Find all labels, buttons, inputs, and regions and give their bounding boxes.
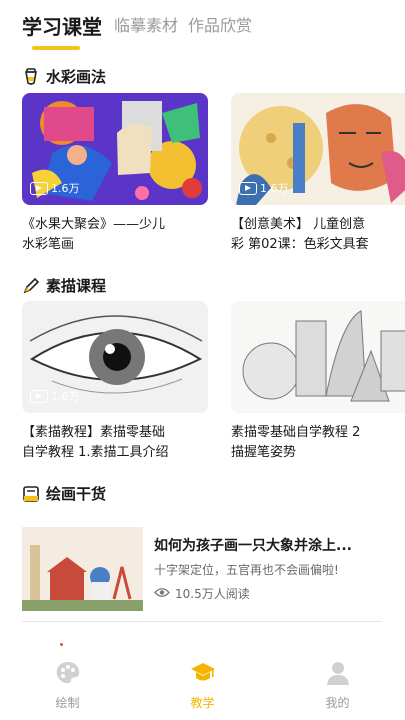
play-icon	[30, 389, 48, 403]
palette-icon	[55, 660, 81, 686]
sketch-card-row[interactable]: 1.6万 【素描教程】素描零基础 自学教程 1.素描工具介绍 素描零基础自学教程…	[22, 301, 405, 471]
nav-label: 我的	[325, 696, 350, 710]
tab-copy-materials[interactable]: 临摹素材	[114, 12, 178, 50]
section-header-tips: 绘画干货	[22, 483, 106, 504]
user-icon	[325, 660, 351, 686]
nav-draw[interactable]: 绘制	[0, 656, 135, 720]
article-read-count: 10.5万人阅读	[154, 585, 250, 602]
course-title: 《水果大聚会》——少儿 水彩笔画	[22, 217, 166, 252]
top-tabs: 学习课堂 临摹素材 作品欣赏	[22, 10, 262, 50]
course-thumbnail: 1.6万	[231, 93, 405, 205]
nav-mine[interactable]: 我的	[270, 656, 405, 720]
watercolor-card-row[interactable]: 1.6万 《水果大聚会》——少儿 水彩笔画 1.6万 【创意美术】 儿童创意 彩…	[22, 93, 405, 263]
divider	[22, 621, 382, 622]
article-item[interactable]: 如何为孩子画一只大象并涂上... 十字架定位，五官再也不会画偏啦! 10.5万人…	[22, 527, 382, 611]
view-count: 1.6万	[30, 180, 80, 196]
course-thumbnail: 1.6万	[22, 301, 208, 413]
tab-works-gallery[interactable]: 作品欣赏	[188, 12, 252, 50]
notification-dot	[60, 643, 63, 646]
article-title: 如何为孩子画一只大象并涂上...	[154, 538, 352, 554]
view-count: 1.6万	[30, 388, 80, 404]
course-title: 【素描教程】素描零基础 自学教程 1.素描工具介绍	[22, 425, 169, 460]
course-thumbnail: 1.6万	[22, 93, 208, 205]
notebook-icon	[22, 485, 40, 503]
section-title: 绘画干货	[46, 485, 107, 503]
view-count: 1.6万	[239, 180, 289, 196]
tab-label: 作品欣赏	[188, 16, 253, 35]
tab-study-class[interactable]: 学习课堂	[22, 11, 102, 50]
course-thumbnail	[231, 301, 405, 413]
course-card[interactable]: 素描零基础自学教程 2 描握笔姿势	[231, 301, 405, 463]
nav-label: 教学	[190, 696, 215, 710]
article-subtitle: 十字架定位，五官再也不会画偏啦!	[154, 563, 339, 577]
course-card[interactable]: 1.6万 《水果大聚会》——少儿 水彩笔画	[22, 93, 208, 255]
bottom-nav: 绘制 教学 我的	[0, 656, 405, 720]
nav-label: 绘制	[55, 696, 80, 710]
section-header-watercolor: 水彩画法	[22, 66, 106, 87]
section-title: 水彩画法	[46, 68, 107, 86]
tab-label: 临摹素材	[114, 16, 179, 35]
course-card[interactable]: 1.6万 【创意美术】 儿童创意 彩 第02课：色彩文具套	[231, 93, 405, 255]
paint-tube-icon	[22, 67, 40, 86]
section-title: 素描课程	[46, 277, 107, 295]
pencil-icon	[22, 277, 40, 295]
article-thumbnail	[22, 527, 143, 611]
graduation-cap-icon	[190, 660, 216, 686]
nav-teaching[interactable]: 教学	[135, 656, 270, 720]
section-header-sketch: 素描课程	[22, 275, 106, 296]
course-title: 素描零基础自学教程 2 描握笔姿势	[231, 425, 361, 460]
tab-label: 学习课堂	[22, 15, 102, 39]
course-card[interactable]: 1.6万 【素描教程】素描零基础 自学教程 1.素描工具介绍	[22, 301, 208, 463]
play-icon	[30, 181, 48, 195]
eye-icon	[154, 587, 170, 601]
course-title: 【创意美术】 儿童创意 彩 第02课：色彩文具套	[231, 217, 369, 252]
play-icon	[239, 181, 257, 195]
active-tab-indicator	[32, 46, 80, 50]
